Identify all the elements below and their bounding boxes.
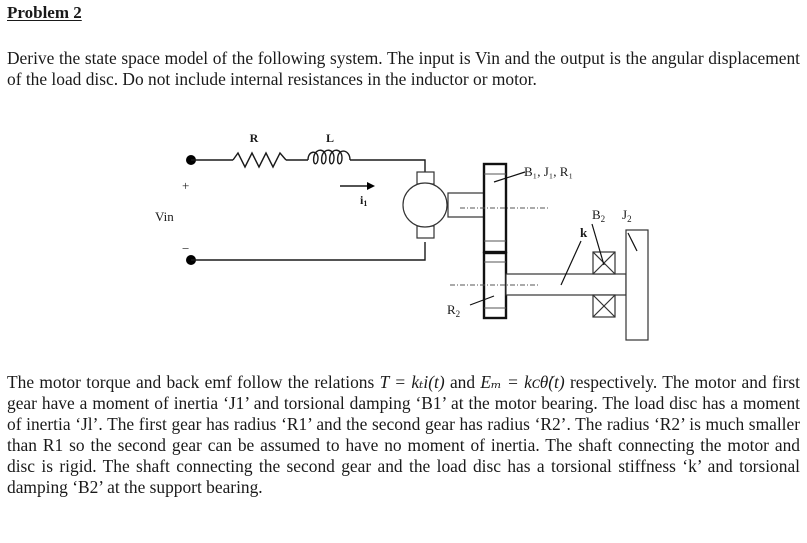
description-text-2: and: [444, 372, 481, 392]
motor-brush-bottom: [416, 225, 435, 239]
torque-equation: T = kₜi(t): [379, 372, 445, 392]
resistor-symbol: [232, 151, 287, 169]
motor: [402, 171, 486, 239]
gears: [482, 162, 508, 320]
circuit: [186, 149, 426, 265]
gear1-label: B₁, J₁, R₁: [524, 164, 573, 179]
inductor-label: L: [326, 131, 334, 145]
system-diagram: R L i1 + Vin − B₁, J₁, R₁ R2 k B2 J2: [155, 131, 649, 341]
inductor-symbol: [307, 149, 351, 165]
back-emf-equation: Eₘ = kᴄθ̇(t): [480, 372, 565, 392]
gear2-label: R2: [447, 302, 460, 319]
stiffness-label: k: [580, 225, 588, 240]
bearing-bottom: [592, 294, 616, 318]
load-disc: [625, 229, 649, 341]
resistor-label: R: [250, 131, 259, 145]
minus-sign: −: [182, 241, 189, 256]
current-label: i1: [360, 193, 367, 208]
description-paragraph: The motor torque and back emf follow the…: [7, 372, 800, 498]
motor-shaft: [447, 192, 486, 218]
current-arrow-head: [367, 182, 375, 190]
vin-label: Vin: [155, 209, 174, 224]
plus-sign: +: [182, 178, 189, 193]
bearing2-label: B2: [592, 207, 605, 224]
wire-to-motor-top: [350, 159, 426, 172]
wire-bottom: [191, 242, 426, 261]
motor-brush-top: [416, 171, 435, 185]
motor-body: [402, 182, 448, 228]
description-text-1: The motor torque and back emf follow the…: [7, 372, 380, 392]
disc-label: J2: [622, 207, 632, 224]
